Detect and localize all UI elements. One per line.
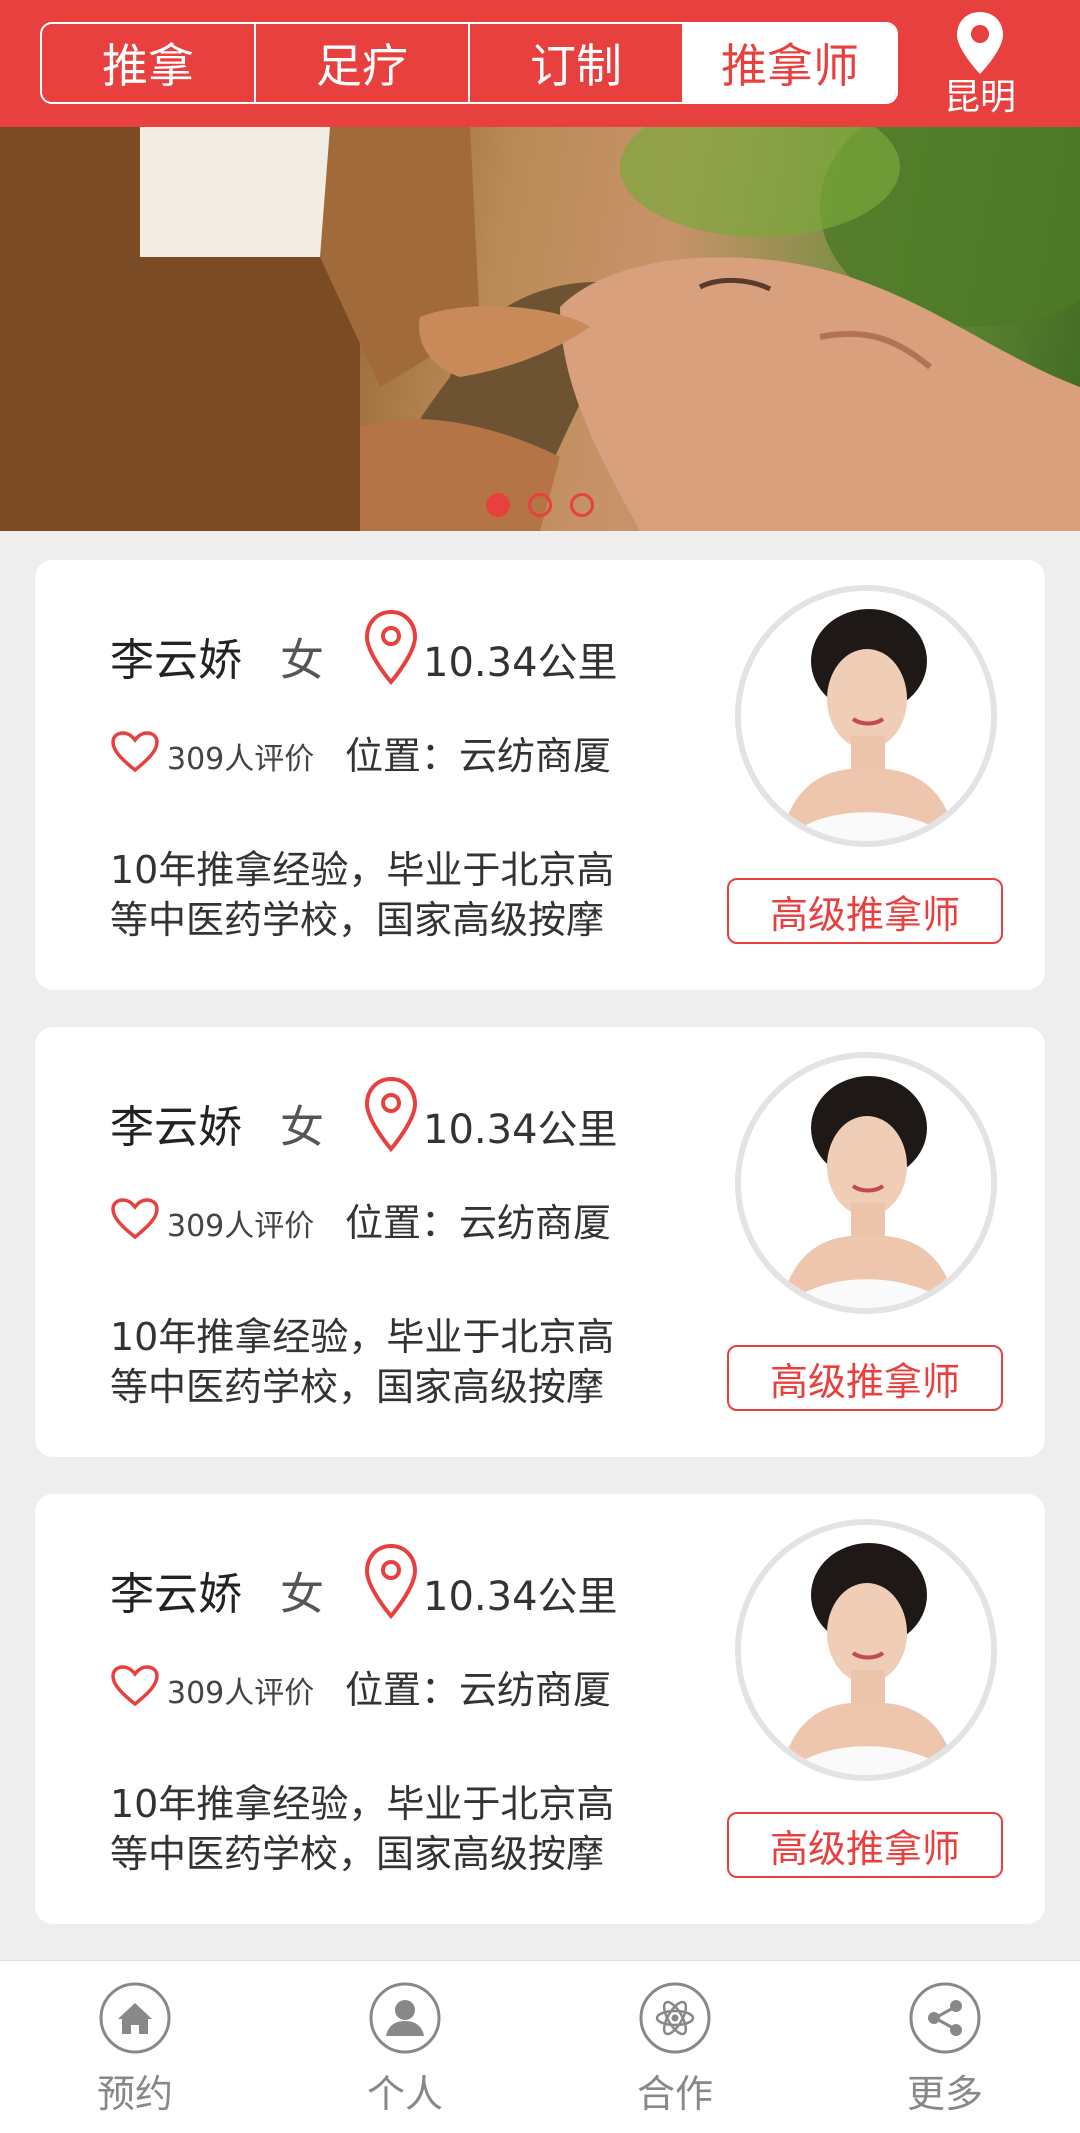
therapist-location: 位置：云纺商厦 — [345, 1201, 612, 1245]
tab-foot-therapy[interactable]: 足疗 — [256, 24, 470, 102]
banner-dot-3[interactable] — [570, 493, 594, 517]
therapist-card[interactable]: 李云娇 女 10.34公里 309人评价 位置：云纺商厦 10年推拿经验，毕业于… — [35, 1027, 1045, 1457]
nav-label: 个人 — [366, 2072, 443, 2116]
tab-custom[interactable]: 订制 — [470, 24, 684, 102]
banner-image — [0, 127, 1080, 531]
therapist-name: 李云娇 — [110, 1569, 242, 1620]
therapist-distance: 10.34公里 — [423, 1107, 618, 1153]
description-line: 10年推拿经验，毕业于北京高 — [110, 1315, 615, 1359]
therapist-name: 李云娇 — [110, 1102, 242, 1153]
review-count[interactable]: 309人评价 — [167, 734, 314, 778]
therapist-name: 李云娇 — [110, 635, 242, 686]
nav-item-personal[interactable]: 个人 — [270, 1961, 540, 2133]
nav-label: 更多 — [906, 2072, 983, 2116]
therapist-location: 位置：云纺商厦 — [345, 1668, 612, 1712]
therapist-distance: 10.34公里 — [423, 640, 618, 686]
description-line: 等中医药学校，国家高级按摩 — [110, 1832, 605, 1876]
city-selector[interactable]: 昆明 — [936, 10, 1024, 122]
heart-icon — [111, 1198, 159, 1240]
level-badge-button[interactable]: 高级推拿师 — [727, 1345, 1003, 1411]
city-label: 昆明 — [943, 77, 1016, 118]
distance-pin-icon — [364, 609, 418, 686]
review-count[interactable]: 309人评价 — [167, 1201, 314, 1245]
description-line: 10年推拿经验，毕业于北京高 — [110, 848, 615, 892]
nav-item-cooperation[interactable]: 合作 — [540, 1961, 810, 2133]
review-count[interactable]: 309人评价 — [167, 1668, 314, 1712]
level-badge-button[interactable]: 高级推拿师 — [727, 878, 1003, 944]
therapist-list: 李云娇 女 10.34公里 309人评价 位置：云纺商厦 10年推拿经验，毕业于… — [35, 560, 1045, 1961]
therapist-location: 位置：云纺商厦 — [345, 734, 612, 778]
share-icon — [909, 1982, 981, 2054]
nav-label: 预约 — [96, 2072, 173, 2116]
description-line: 10年推拿经验，毕业于北京高 — [110, 1782, 615, 1826]
therapist-description: 10年推拿经验，毕业于北京高 等中医药学校，国家高级按摩 — [110, 1312, 690, 1412]
user-icon — [369, 1982, 441, 2054]
banner-dot-1[interactable] — [486, 493, 510, 517]
therapist-avatar[interactable] — [735, 585, 997, 847]
top-bar: 推拿 足疗 订制 推拿师 昆明 — [0, 0, 1080, 127]
home-icon — [99, 1982, 171, 2054]
therapist-avatar[interactable] — [735, 1052, 997, 1314]
avatar-image — [741, 1525, 991, 1775]
nav-item-booking[interactable]: 预约 — [0, 1961, 270, 2133]
avatar-image — [741, 1058, 991, 1308]
therapist-distance: 10.34公里 — [423, 1574, 618, 1620]
therapist-description: 10年推拿经验，毕业于北京高 等中医药学校，国家高级按摩 — [110, 845, 690, 945]
tab-massage[interactable]: 推拿 — [42, 24, 256, 102]
therapist-card[interactable]: 李云娇 女 10.34公里 309人评价 位置：云纺商厦 10年推拿经验，毕业于… — [35, 560, 1045, 990]
therapist-description: 10年推拿经验，毕业于北京高 等中医药学校，国家高级按摩 — [110, 1779, 690, 1879]
level-badge-button[interactable]: 高级推拿师 — [727, 1812, 1003, 1878]
therapist-gender: 女 — [280, 1102, 324, 1153]
banner-dot-2[interactable] — [528, 493, 552, 517]
heart-icon — [111, 1665, 159, 1707]
therapist-gender: 女 — [280, 1569, 324, 1620]
heart-icon — [111, 731, 159, 773]
bottom-nav: 预约 个人 合作 更多 — [0, 1960, 1080, 2133]
banner-pagination — [0, 493, 1080, 517]
location-pin-icon — [957, 12, 1003, 74]
promo-banner[interactable] — [0, 127, 1080, 531]
therapist-avatar[interactable] — [735, 1519, 997, 1781]
nav-item-more[interactable]: 更多 — [810, 1961, 1080, 2133]
distance-pin-icon — [364, 1076, 418, 1153]
therapist-gender: 女 — [280, 635, 324, 686]
therapist-card[interactable]: 李云娇 女 10.34公里 309人评价 位置：云纺商厦 10年推拿经验，毕业于… — [35, 1494, 1045, 1924]
avatar-image — [741, 591, 991, 841]
nav-label: 合作 — [636, 2072, 713, 2116]
description-line: 等中医药学校，国家高级按摩 — [110, 898, 605, 942]
distance-pin-icon — [364, 1543, 418, 1620]
category-tabs: 推拿 足疗 订制 推拿师 — [40, 22, 898, 104]
atom-icon — [639, 1982, 711, 2054]
tab-therapists[interactable]: 推拿师 — [684, 24, 896, 102]
description-line: 等中医药学校，国家高级按摩 — [110, 1365, 605, 1409]
